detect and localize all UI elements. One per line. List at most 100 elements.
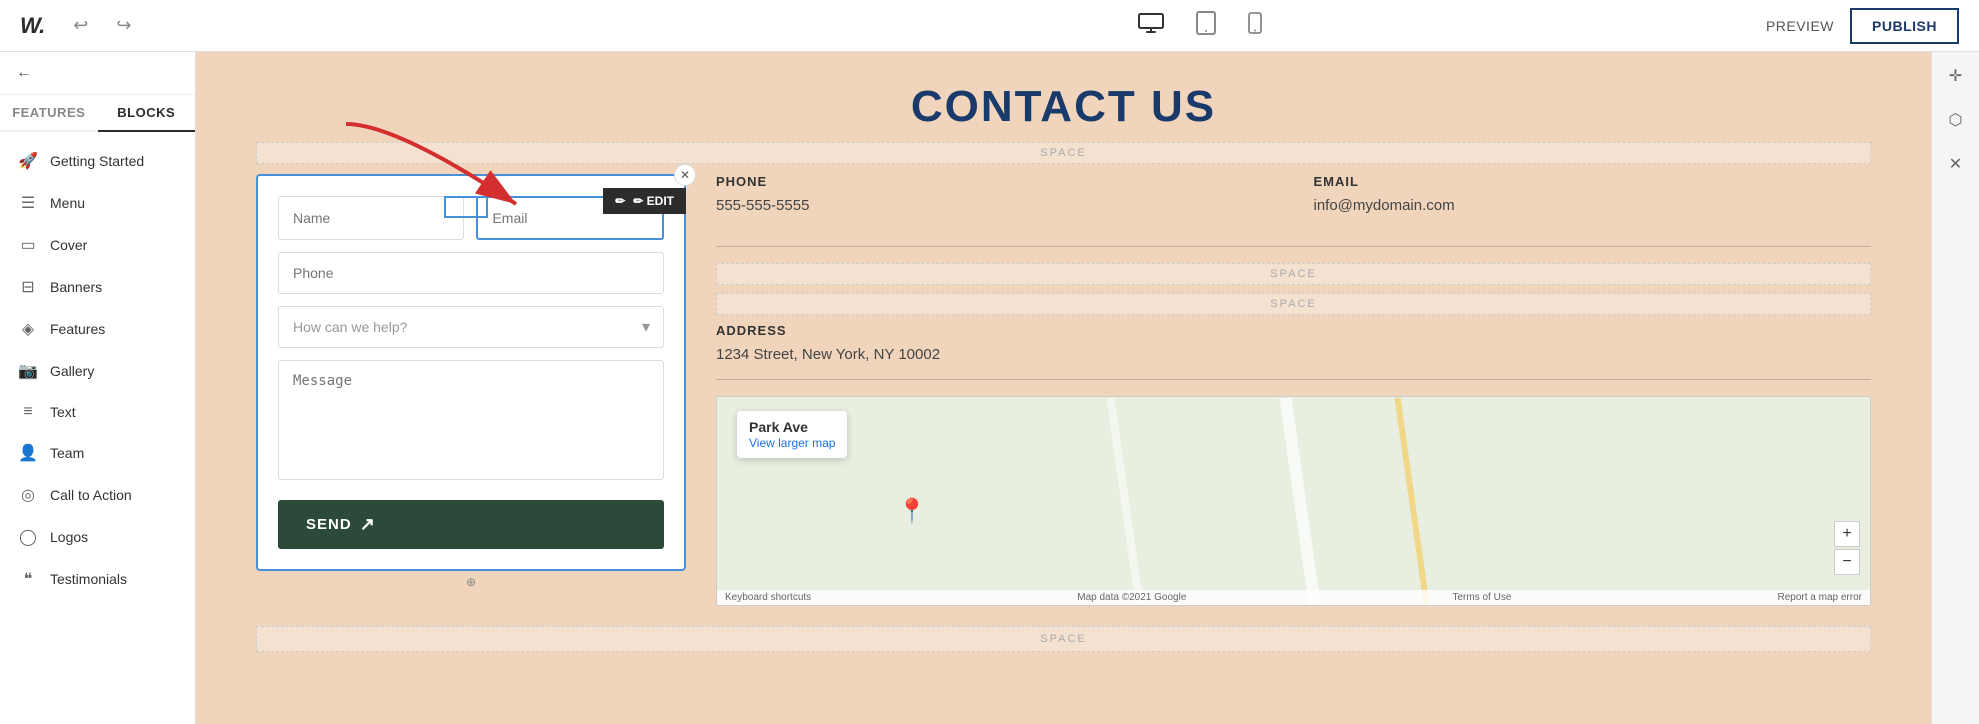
text-icon: ≡ [18, 403, 38, 421]
field-highlight [444, 196, 488, 218]
features-icon: ◈ [18, 319, 38, 339]
panel-resize-button[interactable]: ⬡ [1940, 104, 1972, 136]
menu-icon: ☰ [18, 193, 38, 213]
divider-2 [716, 379, 1871, 380]
tablet-view-button[interactable] [1188, 7, 1224, 45]
map-view-larger-link[interactable]: View larger map [749, 436, 835, 450]
address-label: ADDRESS [716, 323, 1871, 338]
tab-features[interactable]: FEATURES [0, 95, 98, 132]
sidebar-tabs: FEATURES BLOCKS [0, 95, 195, 132]
page-title: CONTACT US [196, 82, 1931, 132]
sidebar-item-cover[interactable]: ▭ Cover [0, 224, 195, 266]
mobile-view-button[interactable] [1240, 7, 1270, 45]
space-block-bottom: SPACE [256, 626, 1871, 652]
address-section: ADDRESS 1234 Street, New York, NY 10002 [716, 323, 1871, 363]
sidebar-item-banners[interactable]: ⊟ Banners [0, 266, 195, 308]
sidebar-item-label: Team [50, 445, 84, 461]
edit-label: ✏ EDIT [633, 194, 674, 208]
email-value: info@mydomain.com [1314, 197, 1872, 214]
panel-close-button[interactable]: ✕ [1940, 148, 1972, 180]
map-zoom-controls: + − [1834, 521, 1860, 575]
sidebar-item-label: Gallery [50, 363, 94, 379]
dropdown-wrapper: How can we help? ▾ [278, 306, 664, 348]
main-layout: ← FEATURES BLOCKS 🚀 Getting Started ☰ Me… [0, 52, 1979, 724]
space-block-mid2: SPACE [716, 293, 1871, 315]
map-zoom-out-button[interactable]: − [1834, 549, 1860, 575]
resize-icon: ⬡ [1949, 110, 1963, 130]
testimonials-icon: ❝ [18, 569, 38, 589]
cover-icon: ▭ [18, 235, 38, 255]
phone-input[interactable] [278, 252, 664, 294]
sidebar-item-label: Menu [50, 195, 85, 211]
canvas-area: CONTACT US SPACE [196, 52, 1931, 724]
help-dropdown[interactable]: How can we help? [278, 306, 664, 348]
sidebar-item-label: Cover [50, 237, 87, 253]
sidebar-item-label: Logos [50, 529, 88, 545]
redo-button[interactable]: ↪ [108, 11, 139, 40]
sidebar-item-team[interactable]: 👤 Team [0, 432, 195, 474]
logos-icon: ◯ [18, 527, 38, 547]
topbar: W. ↩ ↪ PREVIEW PUBLISH [0, 0, 1979, 52]
sidebar-item-label: Call to Action [50, 487, 132, 503]
sidebar: ← FEATURES BLOCKS 🚀 Getting Started ☰ Me… [0, 52, 196, 724]
sidebar-item-label: Testimonials [50, 571, 127, 587]
map-zoom-in-button[interactable]: + [1834, 521, 1860, 547]
sidebar-item-gallery[interactable]: 📷 Gallery [0, 350, 195, 392]
move-icon: ✛ [1949, 66, 1962, 86]
undo-button[interactable]: ↩ [65, 11, 96, 40]
sidebar-item-menu[interactable]: ☰ Menu [0, 182, 195, 224]
cta-icon: ◎ [18, 485, 38, 505]
page-header: CONTACT US [196, 52, 1931, 142]
phone-section: PHONE 555-555-5555 [716, 174, 1274, 214]
tab-blocks[interactable]: BLOCKS [98, 95, 196, 132]
map-footer: Keyboard shortcuts Map data ©2021 Google… [717, 590, 1870, 605]
site-logo: W. [20, 13, 45, 39]
info-column: PHONE 555-555-5555 EMAIL info@mydomain.c… [716, 174, 1871, 606]
canvas-page: CONTACT US SPACE [196, 52, 1931, 724]
send-arrow-icon: ↗ [360, 514, 376, 535]
sidebar-item-label: Text [50, 404, 76, 420]
panel-move-button[interactable]: ✛ [1940, 60, 1972, 92]
send-button[interactable]: SEND ↗ [278, 500, 664, 549]
info-grid-phone-email: PHONE 555-555-5555 EMAIL info@mydomain.c… [716, 174, 1871, 230]
preview-button[interactable]: PREVIEW [1766, 18, 1834, 34]
map-pin-icon: 📍 [897, 497, 927, 526]
form-resize-handle[interactable]: ⊕ [256, 571, 686, 593]
form-container: ✏ ✏ EDIT ✕ [256, 174, 686, 571]
map-report-link: Report a map error [1777, 592, 1861, 603]
banners-icon: ⊟ [18, 277, 38, 297]
sidebar-item-call-to-action[interactable]: ◎ Call to Action [0, 474, 195, 516]
nav-history: ↩ ↪ [65, 11, 139, 40]
team-icon: 👤 [18, 443, 38, 463]
email-label: EMAIL [1314, 174, 1872, 189]
close-overlay-button[interactable]: ✕ [674, 164, 696, 186]
gallery-icon: 📷 [18, 361, 38, 381]
form-column: ✏ ✏ EDIT ✕ [256, 174, 686, 606]
desktop-view-button[interactable] [1130, 7, 1172, 45]
topbar-right: PREVIEW PUBLISH [1766, 8, 1959, 44]
map-popup-title: Park Ave [749, 419, 835, 435]
sidebar-item-getting-started[interactable]: 🚀 Getting Started [0, 140, 195, 182]
sidebar-back-button[interactable]: ← [16, 64, 32, 82]
sidebar-item-label: Features [50, 321, 105, 337]
phone-value: 555-555-5555 [716, 197, 1274, 214]
device-switcher [1130, 7, 1270, 45]
sidebar-item-testimonials[interactable]: ❝ Testimonials [0, 558, 195, 600]
publish-button[interactable]: PUBLISH [1850, 8, 1959, 44]
sidebar-item-features[interactable]: ◈ Features [0, 308, 195, 350]
sidebar-item-label: Banners [50, 279, 102, 295]
sidebar-item-text[interactable]: ≡ Text [0, 392, 195, 432]
map-container: Park Ave View larger map 📍 + − Keyboard … [716, 396, 1871, 606]
sidebar-item-logos[interactable]: ◯ Logos [0, 516, 195, 558]
edit-overlay-button[interactable]: ✏ ✏ EDIT [603, 188, 686, 214]
sidebar-header: ← [0, 52, 195, 95]
edit-pencil-icon: ✏ [615, 194, 625, 208]
address-value: 1234 Street, New York, NY 10002 [716, 346, 1871, 363]
message-textarea[interactable] [278, 360, 664, 480]
map-popup: Park Ave View larger map [737, 411, 847, 458]
name-input[interactable] [278, 196, 464, 240]
map-data-label: Map data ©2021 Google [1077, 592, 1186, 603]
form-fields: How can we help? ▾ SEND ↗ [278, 196, 664, 549]
divider-1 [716, 246, 1871, 247]
right-panel: ✛ ⬡ ✕ [1931, 52, 1979, 724]
